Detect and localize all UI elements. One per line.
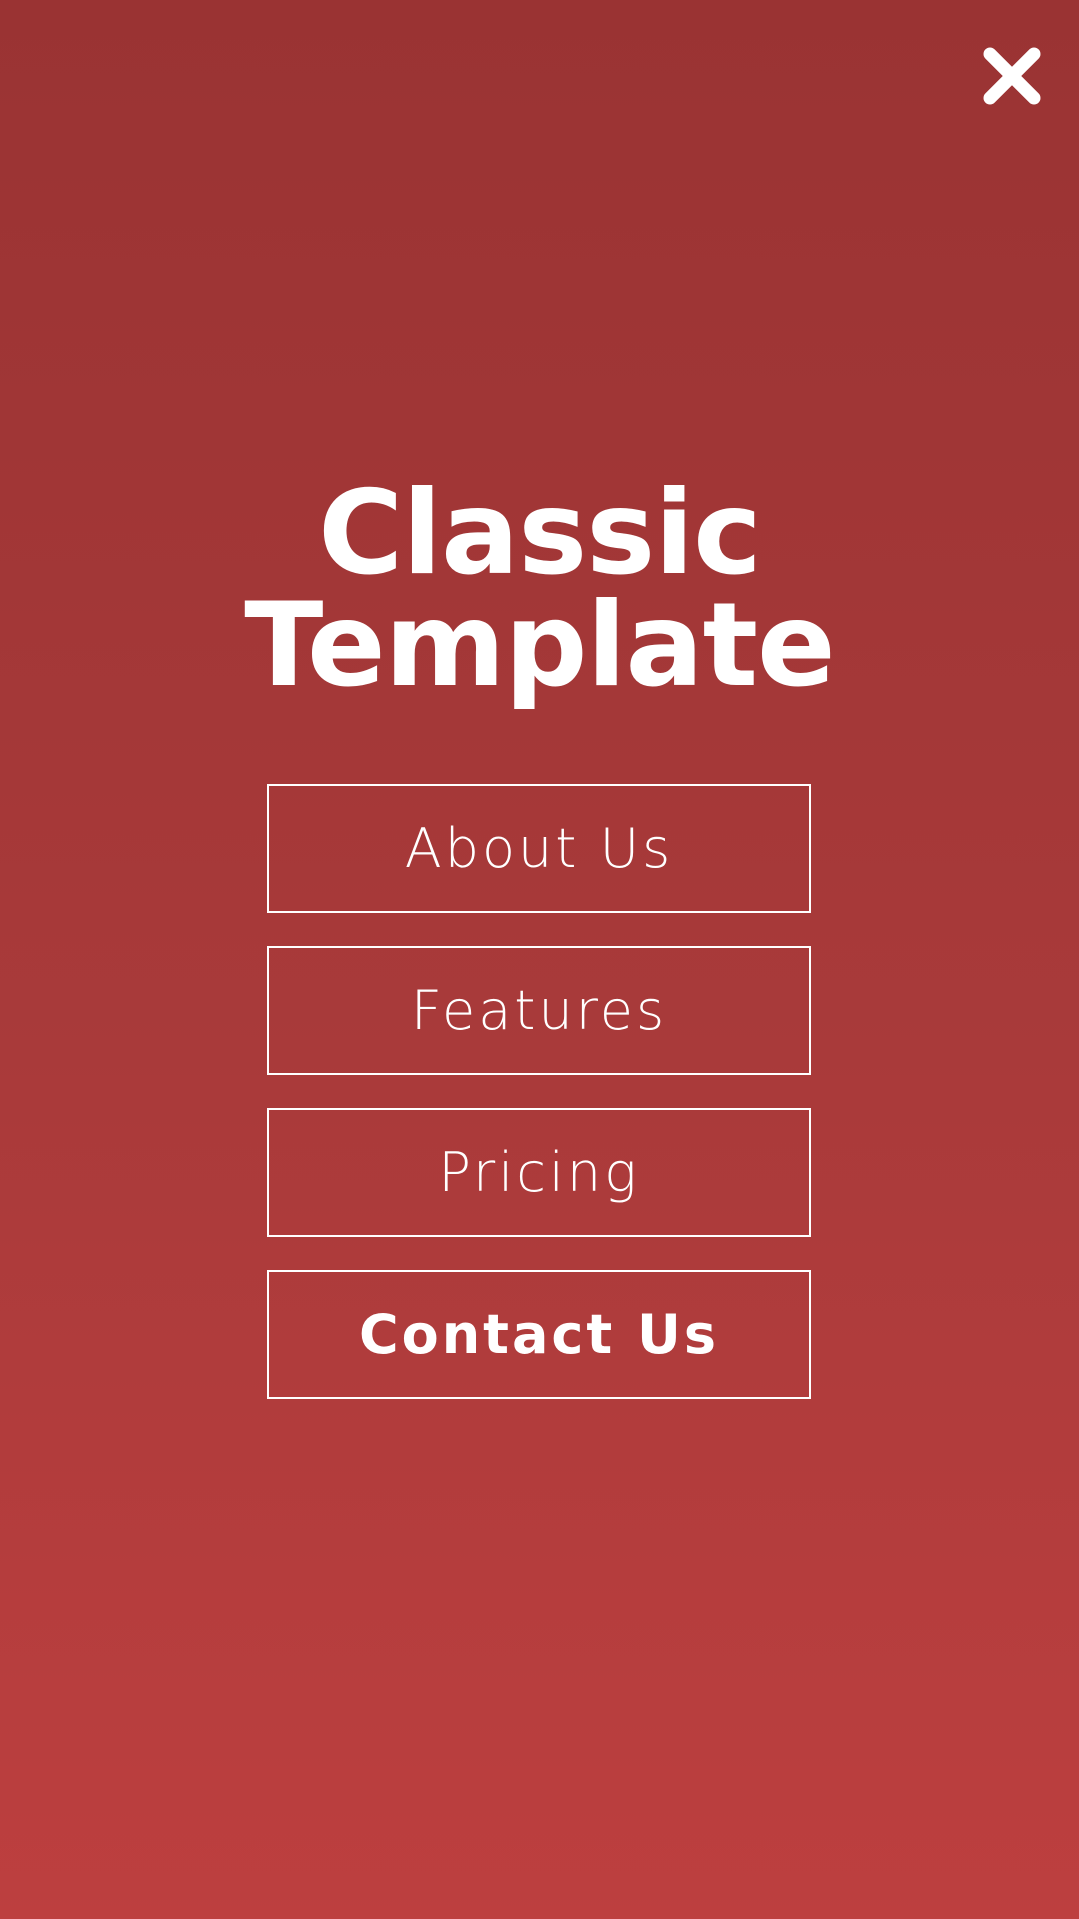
menu-item-pricing[interactable]: Pricing	[267, 1108, 811, 1237]
menu-item-about-us[interactable]: About Us	[267, 784, 811, 913]
main-menu: About Us Features Pricing Contact Us	[267, 784, 811, 1432]
menu-item-contact-us[interactable]: Contact Us	[267, 1270, 811, 1399]
close-button[interactable]	[980, 44, 1044, 108]
close-icon	[983, 47, 1041, 105]
page-title-line-1: Classic	[318, 466, 762, 601]
menu-item-label: About Us	[404, 817, 674, 880]
page-title: Classic Template	[0, 466, 1079, 713]
menu-item-label: Contact Us	[358, 1303, 720, 1366]
page-title-line-2: Template	[244, 578, 835, 713]
menu-item-label: Features	[410, 979, 668, 1042]
menu-item-label: Pricing	[438, 1141, 640, 1204]
menu-item-features[interactable]: Features	[267, 946, 811, 1075]
